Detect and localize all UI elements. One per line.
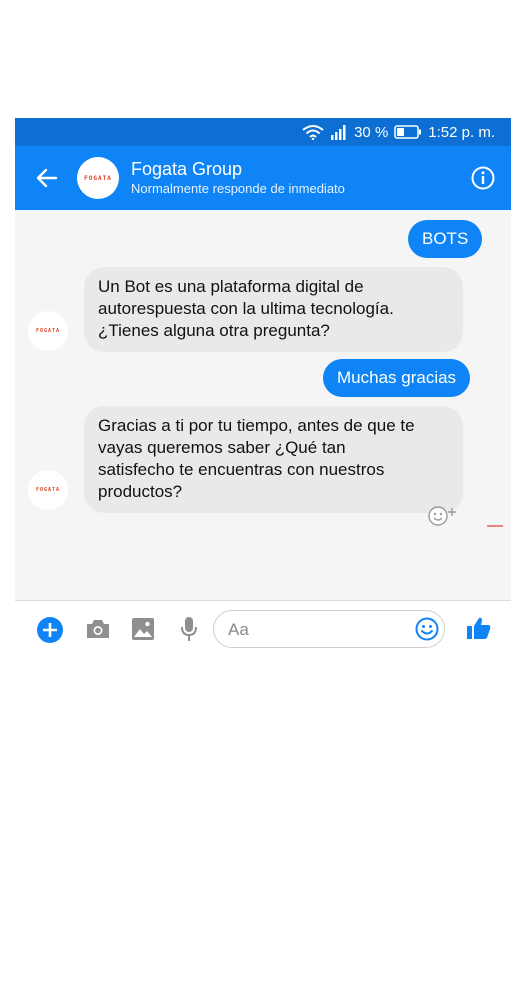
contact-info[interactable]: Fogata Group Normalmente responde de inm… xyxy=(131,158,345,198)
seen-avatar-icon xyxy=(487,516,503,527)
message-line: ¿Tienes alguna otra pregunta? xyxy=(98,321,330,340)
clock: 1:52 p. m. xyxy=(428,123,495,141)
back-arrow-icon[interactable] xyxy=(33,164,61,192)
battery-icon xyxy=(394,125,422,139)
signal-icon xyxy=(330,124,348,140)
battery-percent: 30 % xyxy=(354,123,389,141)
camera-icon[interactable] xyxy=(85,618,111,645)
bot-avatar: FOGATA xyxy=(28,470,68,510)
microphone-icon[interactable] xyxy=(180,616,198,647)
info-icon[interactable] xyxy=(471,166,495,190)
avatar[interactable]: FOGATA xyxy=(77,157,119,199)
wifi-icon xyxy=(302,124,324,140)
message-line: productos? xyxy=(98,482,183,501)
message-incoming[interactable]: Gracias a ti por tu tiempo, antes de que… xyxy=(84,406,463,513)
message-line: vayas queremos saber ¿Qué tan xyxy=(98,438,346,457)
message-text: Muchas gracias xyxy=(337,368,457,387)
message-list[interactable]: BOTS Un Bot es una plataforma digital de… xyxy=(15,210,511,652)
bot-avatar: FOGATA xyxy=(28,311,68,351)
message-line: autorespuesta con la ultima tecnología. xyxy=(98,299,394,318)
image-icon[interactable] xyxy=(131,617,155,646)
status-bar: 30 % 1:52 p. m. xyxy=(15,118,511,146)
page-title: Fogata Group xyxy=(131,159,243,179)
message-outgoing[interactable]: Muchas gracias xyxy=(323,359,471,397)
message-line: Un Bot es una plataforma digital de xyxy=(98,277,364,296)
conversation-header: FOGATA Fogata Group Normalmente responde… xyxy=(15,146,511,210)
message-input-wrapper xyxy=(213,610,445,648)
contact-subtitle: Normalmente responde de inmediato xyxy=(131,181,345,196)
messenger-screen: 30 % 1:52 p. m. FOGATA Fogata Group Norm… xyxy=(15,118,511,652)
plus-icon[interactable] xyxy=(36,616,64,649)
message-incoming[interactable]: Un Bot es una plataforma digital de auto… xyxy=(84,267,463,352)
message-outgoing[interactable]: BOTS xyxy=(408,220,483,258)
message-line: Gracias a ti por tu tiempo, antes de que… xyxy=(98,416,415,435)
message-text: BOTS xyxy=(422,229,469,248)
composer xyxy=(15,601,511,652)
message-line: satisfecho te encuentras con nuestros xyxy=(98,460,385,479)
emoji-icon[interactable] xyxy=(415,617,439,646)
thumbs-up-icon[interactable] xyxy=(466,615,492,646)
message-input[interactable] xyxy=(226,617,410,643)
add-reaction-icon[interactable] xyxy=(427,505,459,527)
